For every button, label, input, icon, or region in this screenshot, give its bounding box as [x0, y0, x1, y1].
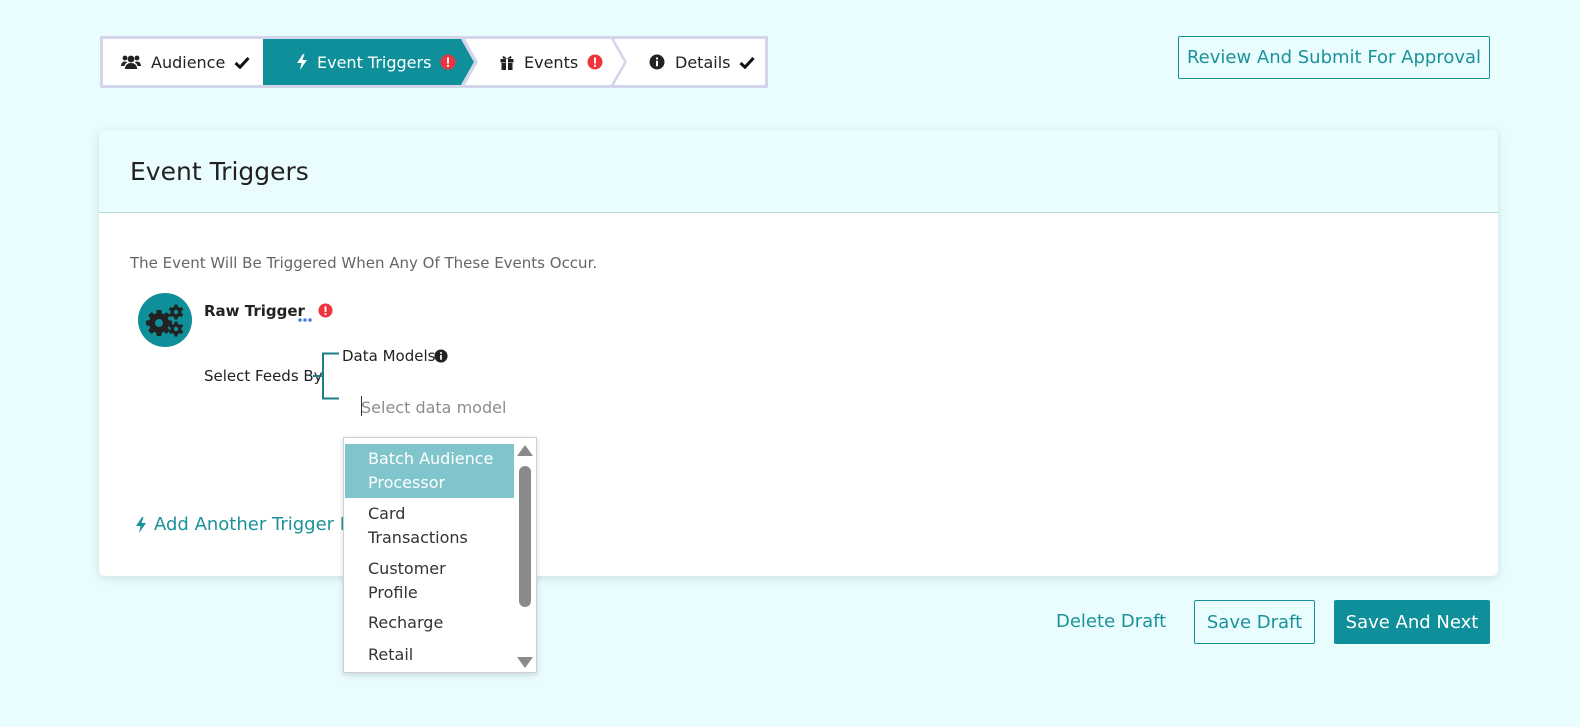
- event-triggers-card: Event Triggers The Event Will Be Trigger…: [99, 130, 1498, 576]
- step-separator: [461, 39, 478, 85]
- delete-draft-button[interactable]: Delete Draft: [1056, 611, 1166, 632]
- select-feeds-label: Select Feeds By: [204, 367, 323, 385]
- step-label: Audience: [151, 52, 226, 72]
- card-title: Event Triggers: [130, 156, 309, 186]
- stepper: Audience Event Triggers Events Details: [100, 36, 768, 88]
- error-icon: [587, 54, 603, 70]
- option-line: Profile: [368, 583, 418, 602]
- bolt-icon: [297, 54, 307, 70]
- info-circle-icon: [649, 54, 665, 70]
- text-caret: [361, 396, 362, 416]
- feed-bracket: [313, 352, 339, 400]
- dropdown-option[interactable]: Retail: [345, 643, 514, 667]
- step-event-triggers[interactable]: Event Triggers: [263, 39, 461, 85]
- check-icon: [739, 56, 756, 69]
- data-model-dropdown[interactable]: Batch Audience Processor Card Transactio…: [343, 437, 537, 673]
- info-icon[interactable]: [434, 348, 448, 367]
- gears-icon: [138, 293, 192, 347]
- add-trigger-label: Add Another Trigger Ev: [154, 514, 362, 535]
- data-model-input[interactable]: [361, 394, 621, 420]
- card-description: The Event Will Be Triggered When Any Of …: [130, 254, 598, 272]
- dropdown-option[interactable]: Batch Audience Processor: [345, 444, 514, 498]
- step-label: Details: [675, 52, 731, 72]
- option-line: Card: [368, 504, 406, 523]
- option-line: Recharge: [368, 613, 444, 632]
- gift-icon: [500, 55, 514, 70]
- option-line: Customer: [368, 559, 446, 578]
- step-events[interactable]: Events: [500, 39, 603, 85]
- step-details[interactable]: Details: [649, 39, 756, 85]
- scroll-down-icon[interactable]: [516, 655, 534, 669]
- save-draft-button[interactable]: Save Draft: [1194, 600, 1315, 644]
- bolt-icon: [136, 516, 146, 534]
- error-icon: [318, 303, 333, 322]
- option-line: Retail: [368, 645, 414, 664]
- review-submit-button[interactable]: Review And Submit For Approval: [1178, 36, 1490, 79]
- users-icon: [121, 54, 141, 70]
- card-header: Event Triggers: [99, 130, 1498, 213]
- dropdown-option[interactable]: Card Transactions: [345, 502, 514, 550]
- scroll-up-icon[interactable]: [516, 444, 534, 458]
- error-icon: [440, 54, 456, 70]
- dropdown-option[interactable]: Recharge: [345, 611, 514, 635]
- dropdown-option[interactable]: Customer Profile: [345, 557, 514, 605]
- data-models-label: Data Models: [342, 347, 436, 365]
- more-options-icon[interactable]: [298, 308, 312, 327]
- check-icon: [234, 56, 250, 69]
- scrollbar-thumb[interactable]: [519, 466, 531, 607]
- option-line: Batch Audience: [368, 449, 494, 468]
- step-label: Event Triggers: [317, 52, 432, 72]
- step-audience[interactable]: Audience: [121, 39, 250, 85]
- option-line: Transactions: [368, 528, 468, 547]
- option-line: Processor: [368, 473, 446, 492]
- step-label: Events: [524, 52, 579, 72]
- save-and-next-button[interactable]: Save And Next: [1334, 600, 1490, 644]
- add-trigger-button[interactable]: Add Another Trigger Ev: [136, 514, 362, 535]
- trigger-title: Raw Trigger: [204, 302, 305, 320]
- step-separator: [611, 39, 627, 85]
